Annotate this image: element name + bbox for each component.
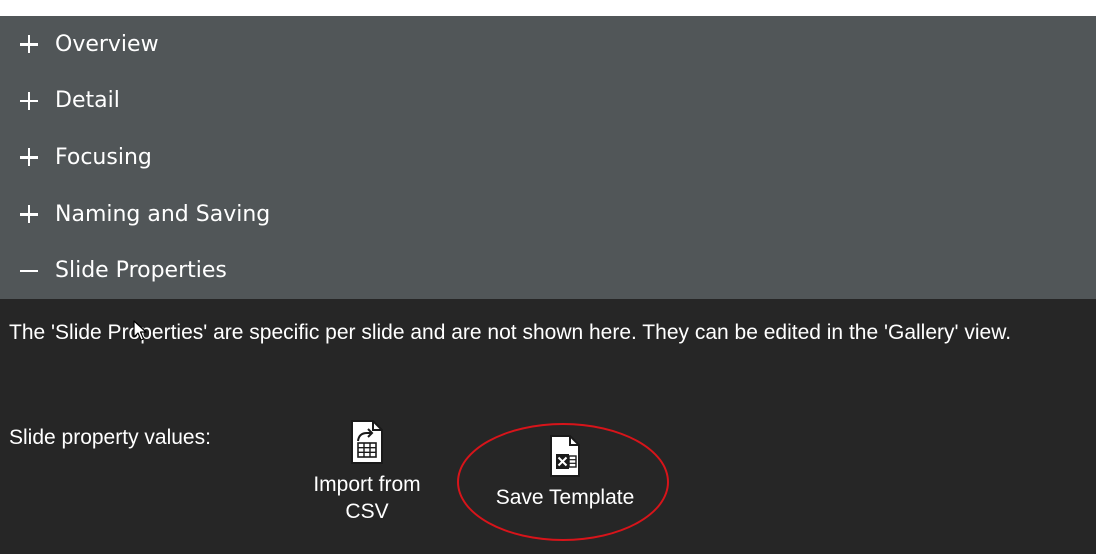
csv-file-icon	[351, 419, 383, 464]
expand-plus-icon[interactable]	[20, 91, 38, 110]
section-label-naming-and-saving: Naming and Saving	[55, 201, 271, 227]
expand-plus-icon[interactable]	[20, 148, 38, 167]
section-header-focusing[interactable]: Focusing	[0, 129, 1096, 186]
section-label-overview: Overview	[55, 31, 159, 57]
section-label-detail: Detail	[55, 88, 120, 114]
settings-panel: Overview Detail Focusing Naming and Savi…	[0, 16, 1096, 554]
expand-plus-icon[interactable]	[20, 35, 38, 54]
expand-plus-icon[interactable]	[20, 205, 38, 224]
section-headers: Overview Detail Focusing Naming and Savi…	[0, 16, 1096, 299]
section-header-naming-and-saving[interactable]: Naming and Saving	[0, 186, 1096, 243]
section-label-slide-properties: Slide Properties	[55, 258, 227, 284]
section-header-detail[interactable]: Detail	[0, 73, 1096, 130]
import-from-csv-label: Import from CSV	[313, 472, 421, 523]
section-header-overview[interactable]: Overview	[0, 16, 1096, 73]
highlight-circle	[457, 422, 669, 541]
slide-properties-description: The 'Slide Properties' are specific per …	[9, 320, 1012, 344]
mouse-cursor-icon	[133, 320, 147, 341]
import-from-csv-button[interactable]: Import from CSV	[296, 419, 438, 525]
slide-properties-content: The 'Slide Properties' are specific per …	[0, 299, 1096, 554]
slide-property-values-label: Slide property values:	[9, 425, 211, 449]
section-header-slide-properties[interactable]: Slide Properties	[0, 242, 1096, 299]
section-label-focusing: Focusing	[55, 144, 152, 170]
collapse-minus-icon[interactable]	[20, 262, 38, 280]
